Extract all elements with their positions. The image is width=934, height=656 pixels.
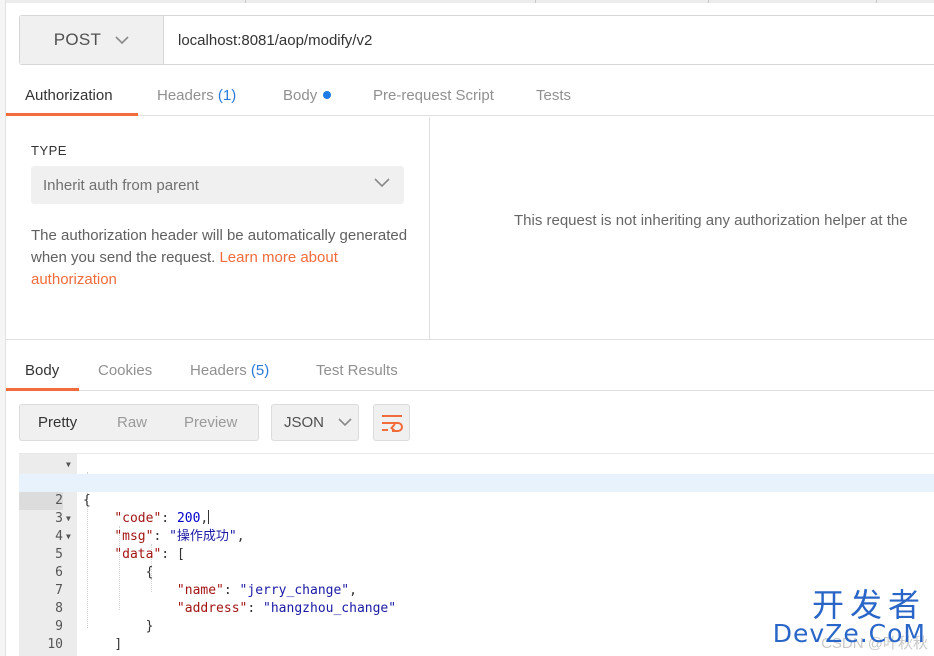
no-auth-message: This request is not inheriting any autho…	[514, 212, 908, 229]
response-tabs: Body Cookies Headers (5) Test Results	[6, 353, 934, 391]
response-headers-count: (5)	[250, 362, 270, 379]
fold-arrow-icon: ▼	[66, 514, 71, 523]
modified-dot-icon	[323, 91, 332, 99]
tab-headers[interactable]: Headers (1)	[157, 78, 236, 116]
tab-pre-request-script[interactable]: Pre-request Script	[373, 78, 494, 116]
code-line: 6 "name": "jerry_change",	[55, 565, 357, 598]
auth-type-label: TYPE	[31, 143, 67, 158]
fold-arrow-icon: ▼	[66, 460, 71, 469]
method-label: POST	[53, 30, 102, 49]
request-bar: POST localhost:8081/aop/modify/v2	[19, 15, 934, 65]
tab-divider	[245, 0, 246, 3]
tab-tests[interactable]: Tests	[536, 78, 571, 116]
chevron-down-icon	[338, 418, 352, 427]
auth-type-select[interactable]: Inherit auth from parent	[31, 166, 404, 204]
headers-count: (1)	[217, 87, 237, 104]
watermark-logo: 开发者	[811, 586, 926, 624]
view-pretty-button[interactable]: Pretty	[38, 405, 77, 440]
tab-divider	[876, 0, 877, 3]
section-separator	[6, 339, 934, 340]
code-line: 1▼ {	[19, 456, 934, 508]
code-line: 4 ▼ "data": [	[19, 510, 934, 562]
tab-response-body[interactable]: Body	[6, 353, 79, 391]
request-tabs: Authorization Headers (1) Body Pre-reque…	[6, 78, 934, 116]
wrap-lines-button[interactable]	[373, 404, 410, 441]
tab-authorization[interactable]: Authorization	[6, 78, 138, 116]
auth-type-value: Inherit auth from parent	[43, 176, 199, 194]
tab-test-results[interactable]: Test Results	[316, 353, 398, 391]
view-raw-button[interactable]: Raw	[117, 405, 147, 440]
format-value: JSON	[284, 414, 325, 431]
method-select[interactable]: POST	[20, 16, 164, 64]
code-line: 8 }	[55, 601, 154, 634]
tab-response-headers[interactable]: Headers (5)	[190, 353, 269, 391]
chevron-down-icon	[115, 35, 129, 44]
watermark-logo-sub: DevZe.CoM	[772, 619, 926, 648]
tab-cookies[interactable]: Cookies	[98, 353, 152, 391]
tab-divider	[708, 0, 709, 3]
url-value: localhost:8081/aop/modify/v2	[178, 31, 373, 49]
code-line: 7 "address": "hangzhou_change"	[55, 583, 397, 616]
auth-panel-divider	[429, 117, 430, 339]
code-line: 5 ▼ {	[19, 528, 934, 580]
code-line: 2 "code": 200,	[19, 474, 934, 526]
chevron-down-icon	[374, 178, 390, 188]
view-preview-button[interactable]: Preview	[184, 405, 237, 440]
code-line: 9 ]	[55, 619, 123, 652]
wrap-lines-icon	[381, 414, 403, 432]
tab-body[interactable]: Body	[283, 78, 332, 116]
url-input[interactable]: localhost:8081/aop/modify/v2	[164, 16, 934, 64]
fold-arrow-icon: ▼	[66, 532, 71, 541]
tab-divider	[535, 0, 536, 3]
view-mode-group: Pretty Raw Preview	[19, 404, 259, 441]
code-line: 3 "msg": "操作成功",	[55, 511, 245, 544]
auth-description: The authorization header will be automat…	[31, 227, 408, 288]
window-tab-strip	[0, 0, 934, 3]
format-select[interactable]: JSON	[271, 404, 359, 441]
